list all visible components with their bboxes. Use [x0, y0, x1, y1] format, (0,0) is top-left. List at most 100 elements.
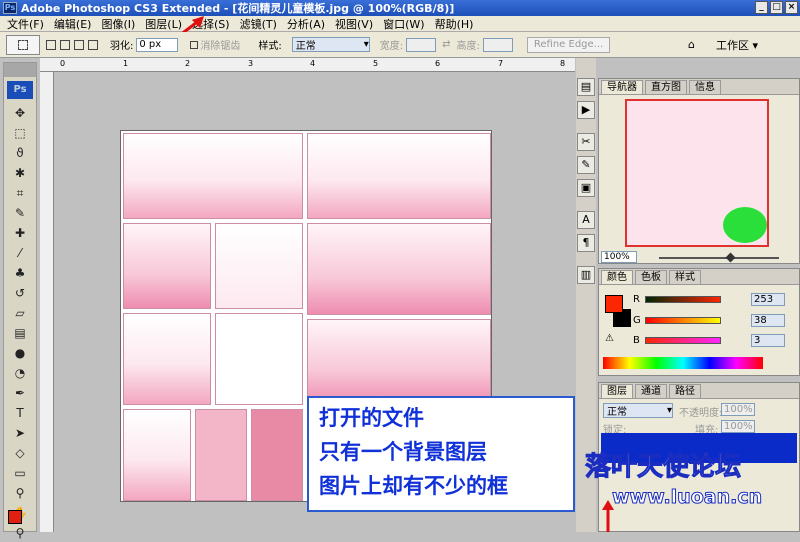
tab-layers[interactable]: 图层	[601, 384, 633, 398]
vertical-ruler[interactable]	[40, 72, 54, 532]
height-input[interactable]	[482, 37, 513, 52]
pen-tool-icon[interactable]: ✒	[7, 385, 33, 402]
zoom-value[interactable]: 100%	[601, 251, 637, 263]
blur-tool-icon[interactable]: ●	[7, 345, 33, 362]
crop-tool-icon[interactable]: ⌗	[7, 185, 33, 202]
tab-histogram[interactable]: 直方图	[645, 80, 687, 94]
refine-edge-button[interactable]: Refine Edge...	[526, 36, 611, 53]
ruler-tick: 3	[248, 59, 254, 68]
tab-swatches[interactable]: 色板	[635, 270, 667, 284]
b-slider[interactable]	[645, 337, 721, 344]
workspace-button[interactable]: 工作区 ▾	[716, 37, 758, 53]
template-frame	[215, 223, 303, 309]
history-brush-tool-icon[interactable]: ↺	[7, 285, 33, 302]
tab-info[interactable]: 信息	[689, 80, 721, 94]
zoom-slider-knob[interactable]	[725, 252, 736, 263]
ruler-tick: 7	[498, 59, 504, 68]
swap-icon[interactable]: ⇄	[442, 39, 450, 50]
tab-navigator[interactable]: 导航器	[601, 80, 643, 94]
shape-tool-icon[interactable]: ◇	[7, 445, 33, 462]
green-spot	[723, 207, 767, 243]
notes-tool-icon[interactable]: ▭	[7, 465, 33, 482]
minimize-button[interactable]: _	[755, 1, 768, 14]
menu-filter[interactable]: 滤镜(T)	[235, 16, 282, 32]
brushes-panel-icon[interactable]: ✎	[577, 156, 595, 174]
navigator-preview[interactable]	[625, 99, 769, 247]
tab-styles[interactable]: 样式	[669, 270, 701, 284]
gamut-warning-icon[interactable]: ⚠	[605, 333, 614, 344]
foreground-color-swatch[interactable]	[8, 510, 22, 524]
dodge-tool-icon[interactable]: ◔	[7, 365, 33, 382]
move-tool-icon[interactable]: ✥	[7, 105, 33, 122]
template-frame	[251, 409, 303, 501]
width-input[interactable]	[406, 37, 437, 52]
r-slider[interactable]	[645, 296, 721, 303]
magic-wand-tool-icon[interactable]: ✱	[7, 165, 33, 182]
type-tool-icon[interactable]: T	[7, 405, 33, 422]
b-input[interactable]: 3	[751, 334, 785, 347]
template-frame	[123, 223, 211, 309]
eyedropper-tool-icon[interactable]: ⚲	[7, 485, 33, 502]
eraser-tool-icon[interactable]: ▱	[7, 305, 33, 322]
opacity-input[interactable]: 100%	[721, 403, 755, 416]
intersect-selection-icon[interactable]	[88, 39, 98, 50]
add-selection-icon[interactable]	[60, 39, 70, 50]
marquee-tool-icon[interactable]: ⬚	[7, 125, 33, 142]
r-label: R	[633, 294, 640, 305]
zoom-slider[interactable]	[659, 257, 779, 259]
color-spectrum-bar[interactable]	[603, 357, 763, 369]
character-panel-icon[interactable]: A	[577, 211, 595, 229]
clone-source-icon[interactable]: ▣	[577, 179, 595, 197]
toolbox-grip[interactable]	[4, 63, 36, 77]
r-input[interactable]: 253	[751, 293, 785, 306]
gradient-tool-icon[interactable]: ▤	[7, 325, 33, 342]
style-select[interactable]: 正常 ▾	[291, 37, 370, 52]
g-slider[interactable]	[645, 317, 721, 324]
ruler-tick: 8	[560, 59, 566, 68]
template-frame	[307, 133, 491, 219]
menu-view[interactable]: 视图(V)	[330, 16, 378, 32]
menu-edit[interactable]: 编辑(E)	[49, 16, 97, 32]
toolbox: Ps ✥ ⬚ ϑ ✱ ⌗ ✎ ✚ ⁄ ♣ ↺ ▱ ▤ ● ◔ ✒ T ➤ ◇ ▭…	[3, 62, 37, 540]
actions-panel-icon[interactable]: ▶	[577, 101, 595, 119]
new-selection-icon[interactable]	[46, 39, 56, 50]
horizontal-ruler[interactable]: 0 1 2 3 4 5 6 7 8	[40, 58, 575, 72]
paragraph-panel-icon[interactable]: ¶	[577, 234, 595, 252]
healing-tool-icon[interactable]: ✚	[7, 225, 33, 242]
maximize-button[interactable]: □	[770, 1, 783, 14]
tab-channels[interactable]: 通道	[635, 384, 667, 398]
tab-color[interactable]: 颜色	[601, 270, 633, 284]
brush-tool-icon[interactable]: ⁄	[7, 245, 33, 262]
menu-help[interactable]: 帮助(H)	[430, 16, 479, 32]
marquee-icon	[18, 39, 28, 50]
ruler-tick: 1	[123, 59, 129, 68]
history-panel-icon[interactable]: ▤	[577, 78, 595, 96]
title-bar: Ps Adobe Photoshop CS3 Extended - [花间精灵儿…	[0, 0, 800, 16]
menu-window[interactable]: 窗口(W)	[378, 16, 429, 32]
close-button[interactable]: ×	[785, 1, 798, 14]
menu-analysis[interactable]: 分析(A)	[282, 16, 330, 32]
layer-comps-icon[interactable]: ▥	[577, 266, 595, 284]
marquee-preset-picker[interactable]	[6, 34, 40, 55]
opacity-label: 不透明度:	[679, 408, 723, 419]
menu-image[interactable]: 图像(I)	[96, 16, 140, 32]
subtract-selection-icon[interactable]	[74, 39, 84, 50]
slice-tool-icon[interactable]: ✎	[7, 205, 33, 222]
template-frame	[123, 313, 211, 405]
blend-mode-select[interactable]: 正常 ▾	[603, 403, 673, 418]
antialias-checkbox[interactable]	[190, 40, 199, 49]
path-select-tool-icon[interactable]: ➤	[7, 425, 33, 442]
ruler-tick: 6	[435, 59, 441, 68]
camera-icon[interactable]: ⌂	[688, 38, 695, 51]
menu-bar: 文件(F) 编辑(E) 图像(I) 图层(L) 选择(S) 滤镜(T) 分析(A…	[0, 16, 800, 32]
tab-paths[interactable]: 路径	[669, 384, 701, 398]
lasso-tool-icon[interactable]: ϑ	[7, 145, 33, 162]
zoom-tool-icon[interactable]: ⚲	[7, 525, 33, 542]
menu-file[interactable]: 文件(F)	[2, 16, 49, 32]
fill-input[interactable]: 100%	[721, 420, 755, 433]
stamp-tool-icon[interactable]: ♣	[7, 265, 33, 282]
foreground-color-chip[interactable]	[605, 295, 623, 313]
g-input[interactable]: 38	[751, 314, 785, 327]
feather-input[interactable]: 0 px	[136, 37, 179, 52]
tool-presets-icon[interactable]: ✂	[577, 133, 595, 151]
